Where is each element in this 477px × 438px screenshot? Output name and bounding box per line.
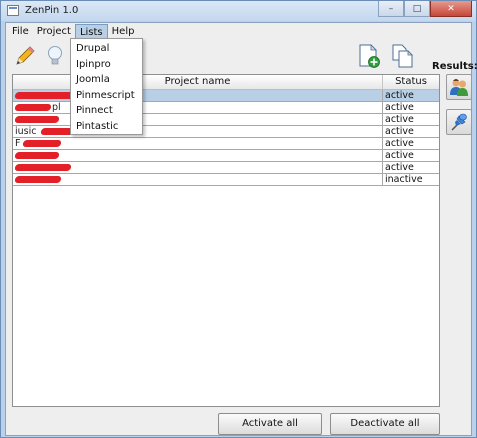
menu-item-joomla[interactable]: Joomla	[71, 72, 142, 88]
project-name-cell: pl	[13, 102, 383, 113]
project-name-cell: iusic	[13, 126, 383, 137]
results-pin-button[interactable]	[446, 109, 472, 135]
app-window: ZenPin 1.0 – □ ✕ File Project Lists Help	[0, 0, 477, 438]
lightbulb-icon	[48, 46, 62, 65]
menu-bar: File Project Lists Help	[6, 23, 471, 39]
project-name-fragment: iusic	[15, 126, 37, 137]
client-area: File Project Lists Help Results: Project…	[5, 22, 477, 436]
pencil-icon	[16, 46, 35, 65]
idea-button[interactable]	[42, 43, 68, 69]
edit-button[interactable]	[12, 43, 38, 69]
title-bar[interactable]: ZenPin 1.0 – □ ✕	[1, 1, 476, 21]
status-cell: active	[385, 114, 414, 125]
redaction-mark	[14, 164, 72, 171]
status-cell: inactive	[385, 174, 423, 185]
app-icon	[7, 5, 19, 16]
project-name-fragment: F	[15, 138, 21, 149]
header-project-name[interactable]: Project name	[13, 75, 383, 89]
redaction-mark	[22, 140, 62, 147]
menu-help[interactable]: Help	[108, 24, 139, 39]
project-name-cell	[13, 114, 383, 125]
new-project-button[interactable]	[356, 43, 382, 69]
menu-project[interactable]: Project	[33, 24, 75, 39]
redaction-mark	[14, 116, 60, 123]
activate-all-button[interactable]: Activate all	[218, 413, 322, 435]
project-name-fragment: pl	[52, 102, 61, 113]
menu-item-pintastic[interactable]: Pintastic	[71, 119, 142, 135]
users-icon	[450, 79, 468, 96]
project-name-cell	[13, 162, 383, 173]
maximize-button[interactable]: □	[404, 1, 430, 17]
results-label: Results:	[432, 61, 477, 72]
redaction-mark	[14, 176, 62, 183]
window-controls: – □ ✕	[378, 1, 472, 18]
pushpin-icon	[451, 113, 467, 131]
redaction-mark	[14, 152, 60, 159]
minimize-button[interactable]: –	[378, 1, 404, 17]
status-cell: active	[385, 138, 414, 149]
status-cell: active	[385, 126, 414, 137]
lists-dropdown-menu: Drupal Ipinpro Joomla Pinmescript Pinnec…	[70, 38, 143, 135]
table-row[interactable]: F active	[13, 138, 439, 150]
menu-item-pinmescript[interactable]: Pinmescript	[71, 88, 142, 104]
deactivate-all-button[interactable]: Deactivate all	[330, 413, 440, 435]
table-row[interactable]: inactive	[13, 174, 439, 186]
menu-file[interactable]: File	[8, 24, 33, 39]
window-title: ZenPin 1.0	[25, 5, 79, 16]
status-cell: active	[383, 90, 439, 101]
menu-item-drupal[interactable]: Drupal	[71, 41, 142, 57]
project-name-cell	[13, 174, 383, 185]
results-users-button[interactable]	[446, 74, 472, 100]
status-cell: active	[385, 102, 414, 113]
copy-project-button[interactable]	[390, 43, 416, 69]
copy-document-icon	[392, 44, 413, 68]
header-status[interactable]: Status	[383, 75, 439, 89]
menu-lists[interactable]: Lists	[74, 23, 108, 39]
menu-item-ipinpro[interactable]: Ipinpro	[71, 57, 142, 73]
table-row[interactable]: active	[13, 162, 439, 174]
menu-item-pinnect[interactable]: Pinnect	[71, 103, 142, 119]
status-cell: active	[385, 150, 414, 161]
project-name-cell	[13, 150, 383, 161]
project-name-cell: F	[13, 138, 383, 149]
new-document-icon	[359, 44, 380, 68]
close-button[interactable]: ✕	[430, 1, 472, 17]
project-name-cell	[13, 90, 383, 101]
redaction-mark	[14, 104, 52, 111]
table-row[interactable]: active	[13, 150, 439, 162]
redaction-mark	[14, 92, 76, 99]
status-cell: active	[385, 162, 414, 173]
